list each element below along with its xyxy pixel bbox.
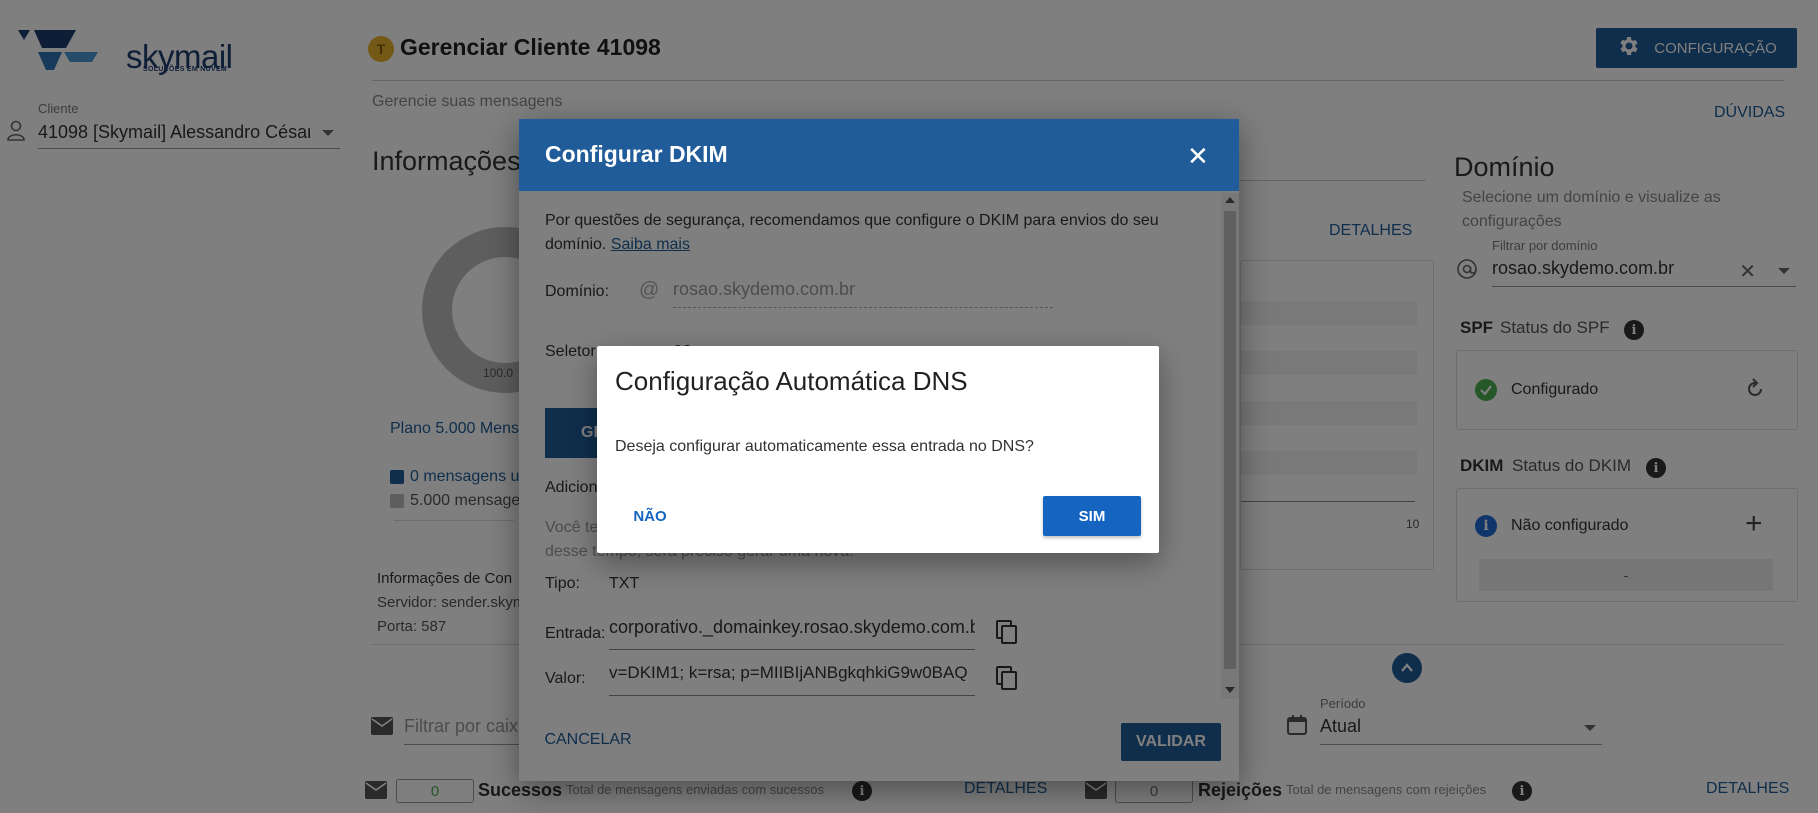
modal-header: Configurar DKIM ✕ <box>519 119 1239 191</box>
close-icon[interactable]: ✕ <box>1187 141 1209 172</box>
confirm-dialog: Configuração Automática DNS Deseja confi… <box>597 346 1159 553</box>
modal-title: Configurar DKIM <box>545 141 728 167</box>
no-button[interactable]: NÃO <box>615 496 685 536</box>
dialog-title: Configuração Automática DNS <box>615 366 968 396</box>
yes-button[interactable]: SIM <box>1043 496 1141 536</box>
dialog-message: Deseja configurar automaticamente essa e… <box>615 438 1034 455</box>
